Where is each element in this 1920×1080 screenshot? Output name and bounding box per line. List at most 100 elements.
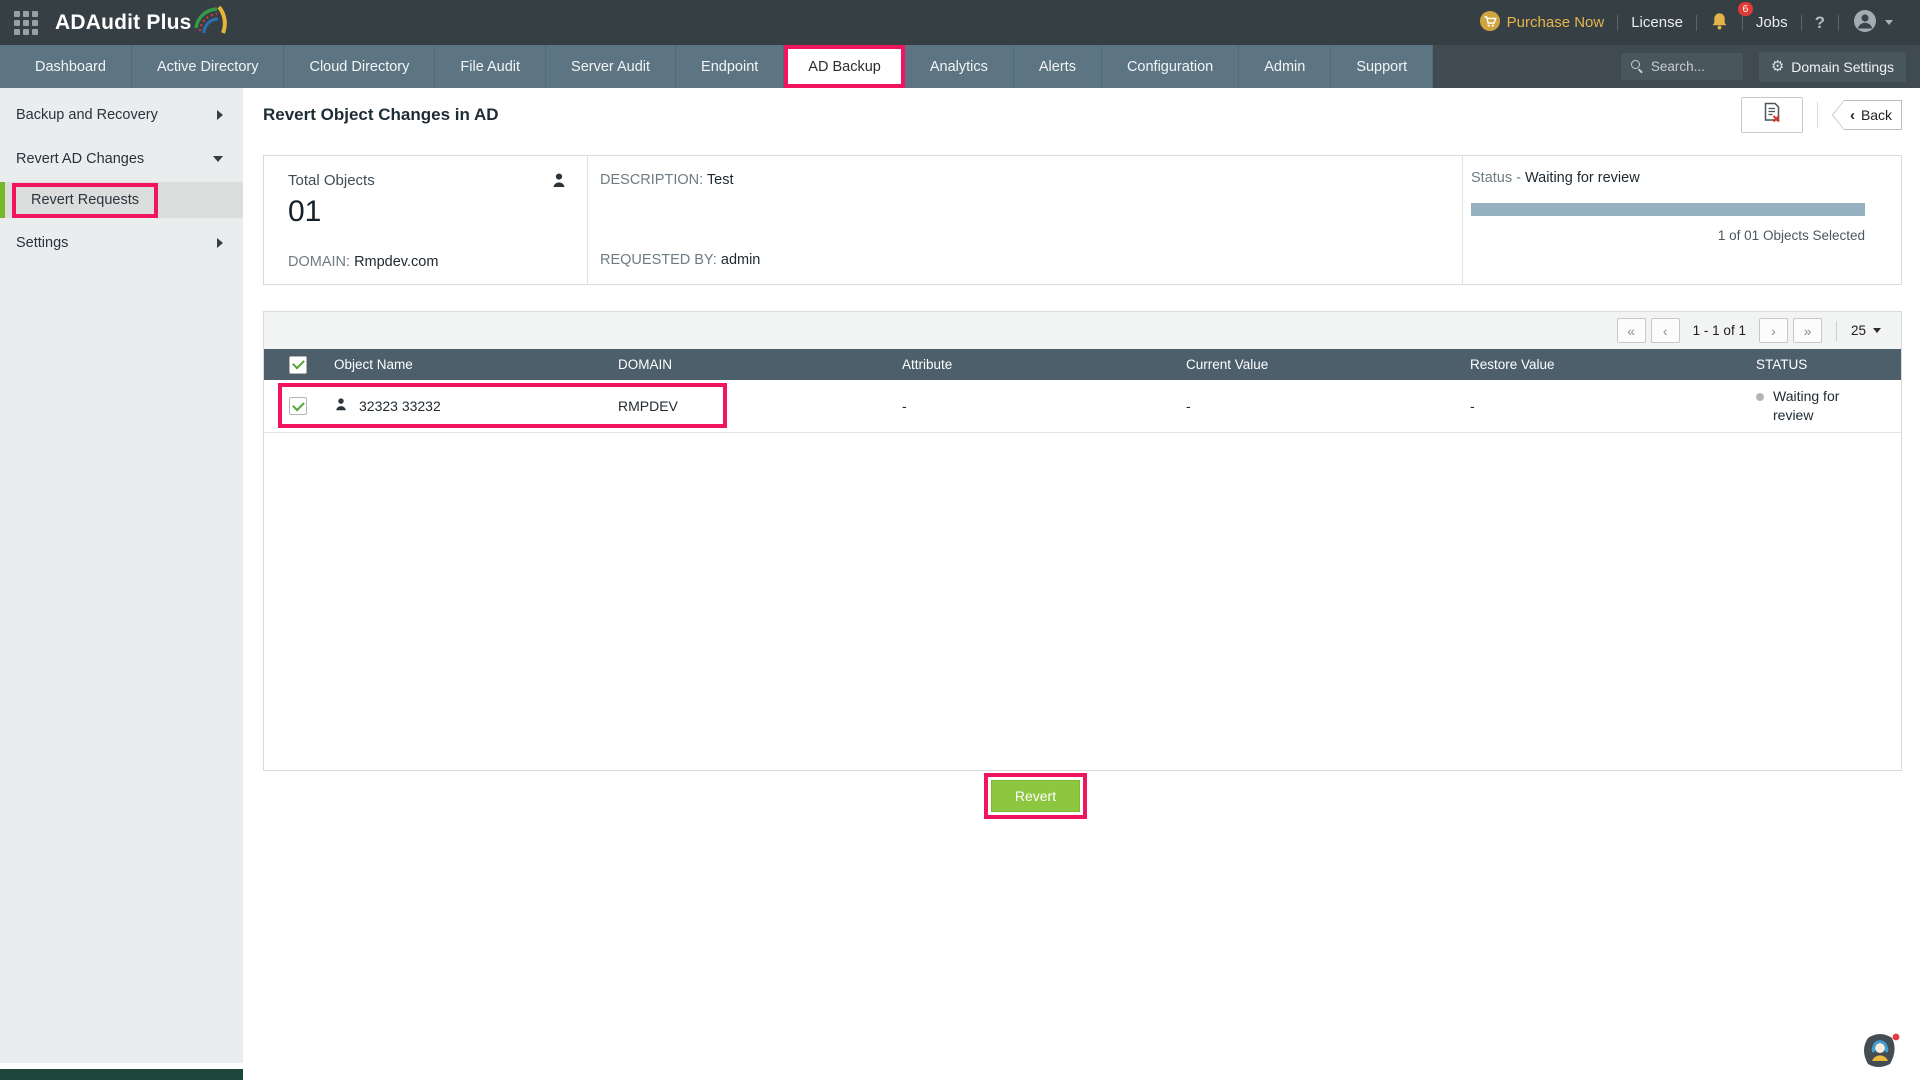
user-object-icon [551,172,567,193]
pagination-bar: « ‹ 1 - 1 of 1 › » 25 [264,312,1901,349]
column-attribute[interactable]: Attribute [887,357,1171,372]
column-current-value[interactable]: Current Value [1171,357,1455,372]
cell-domain: RMPDEV [603,398,887,414]
left-sidebar: Backup and Recovery Revert AD Changes Re… [0,88,243,1063]
page-size-dropdown[interactable]: 25 [1851,323,1881,338]
gear-icon: ⚙ [1771,59,1784,74]
chat-agent-icon [1864,1034,1899,1067]
tab-dashboard[interactable]: Dashboard [10,45,132,88]
chevron-right-icon [217,110,223,120]
tab-configuration[interactable]: Configuration [1102,45,1239,88]
jobs-label: Jobs [1756,14,1788,31]
request-summary-panel: Total Objects 01 DOMAIN: Rmpdev.com DESC… [263,155,1902,285]
nav-tabs: Dashboard Active Directory Cloud Directo… [0,45,1433,88]
last-page-button[interactable]: » [1793,318,1822,343]
page-header: Revert Object Changes in AD ‹ [243,88,1920,142]
delete-request-button[interactable] [1741,97,1803,133]
revert-action-area: Revert [197,773,1874,819]
total-objects-label: Total Objects [288,172,375,189]
requested-by-value: admin [721,252,761,268]
tab-ad-backup-active[interactable]: AD Backup [784,45,905,88]
objects-table-panel: « ‹ 1 - 1 of 1 › » 25 Object Name DOMAIN… [263,311,1902,771]
select-all-checkbox[interactable] [289,356,307,374]
jobs-link[interactable]: Jobs [1743,14,1801,31]
domain-settings-button[interactable]: ⚙ Domain Settings [1759,52,1906,82]
page-range-text: 1 - 1 of 1 [1693,323,1746,338]
tab-alerts[interactable]: Alerts [1014,45,1102,88]
status-badge: Waiting for review [1773,387,1857,425]
purchase-now-link[interactable]: Purchase Now [1466,10,1618,36]
bell-icon [1710,11,1729,35]
support-chat-button[interactable] [1858,1028,1902,1074]
total-objects-section: Total Objects 01 DOMAIN: Rmpdev.com [264,156,588,284]
column-status[interactable]: STATUS [1739,357,1901,372]
description-section: DESCRIPTION: Test REQUESTED BY: admin [588,156,1462,284]
tab-active-directory[interactable]: Active Directory [132,45,285,88]
chevron-down-icon [1885,20,1893,25]
page-header-actions: ‹ Back [1741,97,1902,133]
tab-admin[interactable]: Admin [1239,45,1331,88]
license-link[interactable]: License [1618,14,1696,31]
revert-button[interactable]: Revert [991,780,1080,812]
app-title: ADAudit Plus [55,0,192,45]
pagination-separator [1836,321,1837,341]
highlight-box: Revert Requests [12,183,158,218]
status-label: Status - [1471,170,1521,186]
sidebar-item-revert-ad-changes[interactable]: Revert AD Changes [0,144,243,174]
chevron-left-icon: ‹ [1850,107,1855,124]
user-object-icon [334,397,348,415]
topbar-actions: Purchase Now License 6 Jobs ? [1466,8,1906,38]
help-button[interactable]: ? [1802,13,1838,33]
description-label: DESCRIPTION: [600,172,703,188]
sidebar-item-revert-requests-selected[interactable]: Revert Requests [0,182,243,218]
header-separator [1817,102,1818,128]
sidebar-bottom-strip [0,1069,243,1080]
description-value: Test [707,172,734,188]
cell-current-value: - [1171,398,1455,414]
next-page-button[interactable]: › [1759,318,1788,343]
search-input[interactable] [1651,59,1733,74]
sidebar-item-backup-and-recovery[interactable]: Backup and Recovery [0,100,243,130]
chevron-right-icon [217,238,223,248]
first-page-button[interactable]: « [1617,318,1646,343]
sidebar-item-settings[interactable]: Settings [0,228,243,258]
column-restore-value[interactable]: Restore Value [1455,357,1739,372]
cell-attribute: - [887,398,1171,414]
notifications-button[interactable]: 6 [1697,11,1742,35]
page-size-value: 25 [1851,323,1866,338]
tab-support[interactable]: Support [1331,45,1433,88]
global-search[interactable] [1621,53,1743,80]
column-domain[interactable]: DOMAIN [603,357,887,372]
chevron-down-icon [213,156,223,162]
table-row[interactable]: 32323 33232 RMPDEV - - - Waiting for rev… [264,380,1901,433]
domain-label: DOMAIN: [288,254,350,270]
total-objects-value: 01 [288,195,567,229]
previous-page-button[interactable]: ‹ [1651,318,1680,343]
document-delete-icon [1761,101,1783,130]
app-logo[interactable]: ADAudit Plus [55,0,228,45]
search-icon [1631,60,1644,73]
tab-analytics[interactable]: Analytics [905,45,1014,88]
purchase-now-label: Purchase Now [1507,14,1605,31]
cell-restore-value: - [1455,398,1739,414]
tab-endpoint[interactable]: Endpoint [676,45,784,88]
status-value: Waiting for review [1525,170,1640,186]
apps-grid-icon[interactable] [14,11,38,35]
help-icon: ? [1815,13,1825,33]
back-button-label: Back [1861,107,1892,123]
row-checkbox[interactable] [289,397,307,415]
main-navigation: Dashboard Active Directory Cloud Directo… [0,45,1920,88]
back-button[interactable]: ‹ Back [1832,100,1902,130]
license-label: License [1631,14,1683,31]
user-menu[interactable] [1839,8,1906,38]
selection-summary: 1 of 01 Objects Selected [1471,228,1865,243]
tab-file-audit[interactable]: File Audit [435,45,546,88]
top-header: ADAudit Plus Purchase Now [0,0,1920,45]
logo-swoosh-icon [190,4,228,43]
tab-cloud-directory[interactable]: Cloud Directory [284,45,435,88]
column-object-name[interactable]: Object Name [319,357,603,372]
cell-status: Waiting for review [1739,387,1901,425]
requested-by-label: REQUESTED BY: [600,252,717,268]
tab-server-audit[interactable]: Server Audit [546,45,676,88]
chevron-down-icon [1873,328,1881,333]
